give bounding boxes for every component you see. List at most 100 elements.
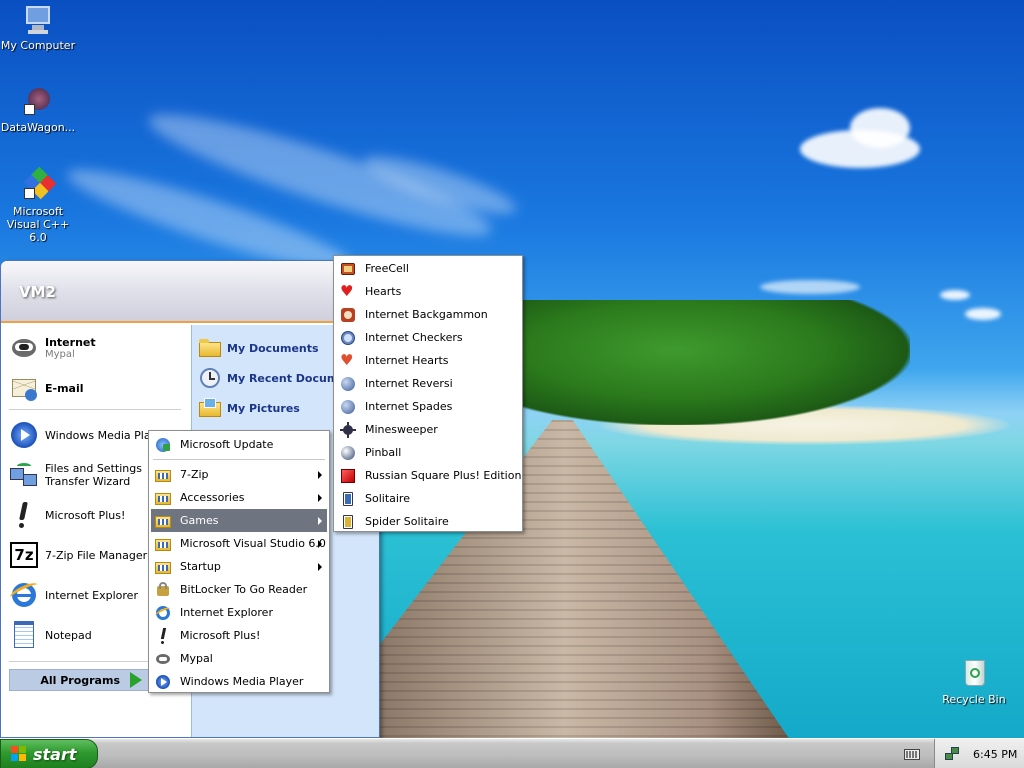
pinned-email[interactable]: E-mail (9, 373, 189, 403)
pinned-label: Internet (45, 336, 96, 349)
menu-item-label: 7-Zip (180, 468, 209, 481)
desktop-icon-datawagon[interactable]: DataWagon... (0, 86, 76, 134)
russian-square-icon (340, 468, 356, 484)
program-group-icon (155, 513, 171, 529)
mypal-icon (9, 333, 39, 363)
game-internet-hearts[interactable]: ♥ Internet Hearts (336, 349, 520, 372)
game-internet-reversi[interactable]: Internet Reversi (336, 372, 520, 395)
plus-icon (9, 500, 39, 530)
ie-icon (8, 580, 40, 610)
pinned-sublabel: Mypal (45, 349, 75, 360)
program-group-icon (155, 490, 171, 506)
submenu-arrow-icon (318, 471, 322, 479)
game-solitaire[interactable]: Solitaire (336, 487, 520, 510)
game-pinball[interactable]: Pinball (336, 441, 520, 464)
desktop-icon-label: My Computer (0, 39, 76, 52)
wallpaper-cloud (760, 280, 860, 294)
menu-item-label: BitLocker To Go Reader (180, 583, 308, 596)
game-spider-solitaire[interactable]: Spider Solitaire (336, 510, 520, 533)
game-hearts[interactable]: ♥ Hearts (336, 280, 520, 303)
start-menu-header: VM2 (1, 261, 379, 323)
menu-item-label: Solitaire (365, 492, 410, 505)
recycle-bin-icon (958, 658, 990, 690)
user-name: VM2 (19, 283, 56, 301)
wallpaper-cloud (965, 308, 1001, 320)
solitaire-icon (340, 491, 356, 507)
place-label: My Pictures (227, 401, 300, 415)
desktop-icon-recycle-bin[interactable]: Recycle Bin (936, 658, 1012, 706)
recent-label: 7-Zip File Manager (45, 548, 148, 562)
update-icon (155, 437, 171, 453)
start-menu-separator (9, 409, 181, 410)
backgammon-icon (340, 307, 356, 323)
menu-item-label: Internet Hearts (365, 354, 449, 367)
menu-item-label: FreeCell (365, 262, 409, 275)
recent-label: Microsoft Plus! (45, 508, 126, 522)
program-media-player[interactable]: Windows Media Player (151, 670, 327, 693)
program-group-visual-studio[interactable]: Microsoft Visual Studio 6.0 (151, 532, 327, 555)
menu-item-label: Internet Spades (365, 400, 453, 413)
system-tray: 6:45 PM (934, 739, 1024, 768)
recent-label: Internet Explorer (45, 588, 138, 602)
wallpaper-cloud (940, 290, 970, 300)
place-label: My Documents (227, 341, 319, 355)
recent-label: Notepad (45, 628, 92, 642)
program-microsoft-plus[interactable]: Microsoft Plus! (151, 624, 327, 647)
program-group-accessories[interactable]: Accessories (151, 486, 327, 509)
menu-item-label: Mypal (180, 652, 213, 665)
minesweeper-icon (340, 421, 356, 438)
program-group-7zip[interactable]: 7-Zip (151, 463, 327, 486)
arrow-right-icon (130, 672, 142, 688)
program-microsoft-update[interactable]: Microsoft Update (151, 433, 327, 456)
game-freecell[interactable]: FreeCell (336, 257, 520, 280)
menu-item-label: Internet Checkers (365, 331, 463, 344)
game-internet-spades[interactable]: Internet Spades (336, 395, 520, 418)
visual-cpp-shortcut-icon (22, 166, 57, 202)
submenu-arrow-icon (318, 494, 322, 502)
email-icon (9, 373, 39, 403)
desktop-icon-visual-cpp[interactable]: Microsoft Visual C++ 6.0 (0, 166, 76, 244)
game-internet-backgammon[interactable]: Internet Backgammon (336, 303, 520, 326)
start-button[interactable]: start (0, 739, 98, 768)
program-group-icon (155, 559, 171, 575)
pinball-icon (340, 445, 356, 461)
menu-item-label: Microsoft Visual Studio 6.0 (180, 537, 326, 550)
all-programs-button[interactable]: All Programs (9, 669, 149, 691)
transfer-wizard-icon (9, 460, 39, 490)
computer-icon (22, 4, 54, 36)
menu-item-label: Windows Media Player (180, 675, 304, 688)
menu-item-label: Internet Explorer (180, 606, 273, 619)
keyboard-language-icon[interactable] (904, 747, 920, 761)
program-mypal[interactable]: Mypal (151, 647, 327, 670)
desktop-icon-my-computer[interactable]: My Computer (0, 4, 76, 52)
program-group-icon (155, 467, 171, 483)
menu-item-label: Games (180, 514, 219, 527)
menu-item-label: Startup (180, 560, 221, 573)
game-minesweeper[interactable]: Minesweeper (336, 418, 520, 441)
reversi-icon (340, 376, 356, 392)
submenu-arrow-icon (318, 517, 322, 525)
clock[interactable]: 6:45 PM (973, 748, 1017, 761)
program-bitlocker-reader[interactable]: BitLocker To Go Reader (151, 578, 327, 601)
pinned-internet[interactable]: Internet Mypal (9, 333, 189, 363)
spider-solitaire-icon (340, 514, 356, 530)
windows-logo-icon (11, 746, 27, 762)
program-group-icon (155, 536, 171, 552)
game-russian-square[interactable]: Russian Square Plus! Edition (336, 464, 521, 487)
hearts-icon: ♥ (340, 281, 354, 300)
media-player-icon (9, 420, 39, 450)
program-group-games[interactable]: Games (151, 509, 327, 532)
spades-icon (340, 399, 356, 415)
recent-label: Files and Settings Transfer Wizard (45, 462, 142, 488)
desktop-icon-label: Recycle Bin (942, 693, 1006, 706)
network-icon[interactable] (945, 747, 959, 761)
game-internet-checkers[interactable]: Internet Checkers (336, 326, 520, 349)
menu-item-label: Internet Reversi (365, 377, 453, 390)
datawagon-shortcut-icon (22, 86, 54, 118)
freecell-icon (340, 261, 356, 277)
program-internet-explorer[interactable]: Internet Explorer (151, 601, 327, 624)
menu-separator (153, 459, 325, 460)
program-group-startup[interactable]: Startup (151, 555, 327, 578)
menu-item-label: Internet Backgammon (365, 308, 488, 321)
start-label: start (33, 744, 77, 764)
